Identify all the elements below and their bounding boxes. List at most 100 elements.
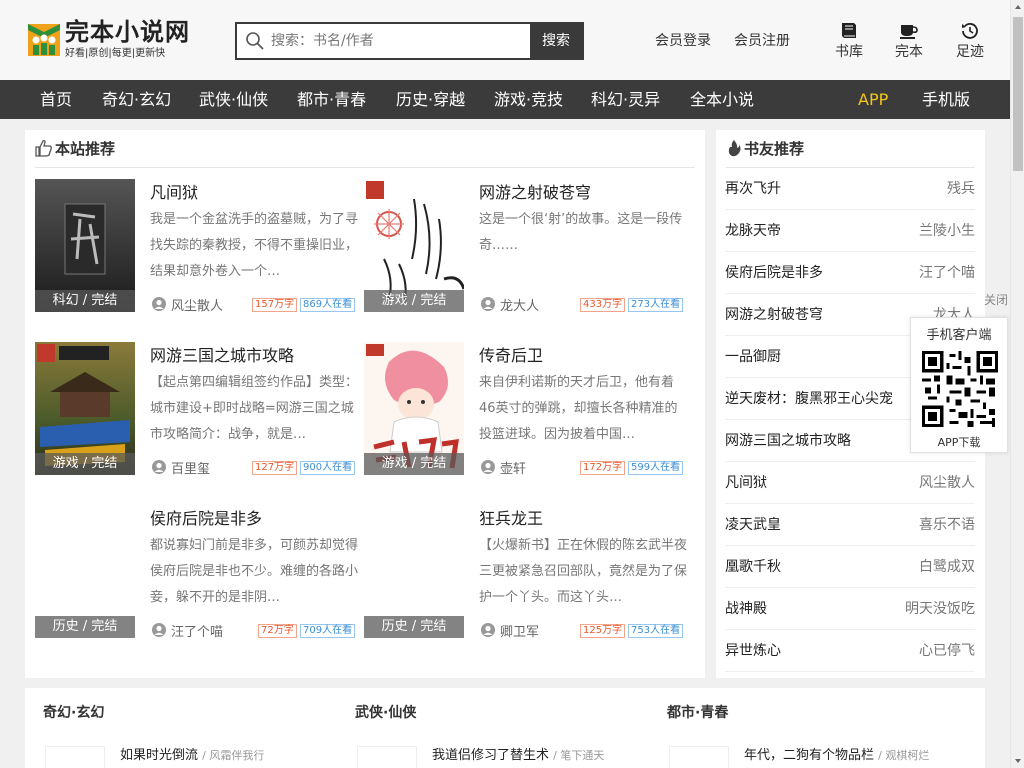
book-card[interactable]: 游戏 / 完结 网游三国之城市攻略 【起点第四编辑组签约作品】类型：城市建设+即…: [35, 342, 365, 477]
nav-item-games[interactable]: 游戏·竞技: [494, 80, 563, 119]
search-button[interactable]: 搜索: [530, 24, 582, 58]
book-title[interactable]: 网游三国之城市攻略: [150, 342, 294, 366]
friend-book-title[interactable]: 战神殿: [725, 588, 767, 630]
tool-finished[interactable]: 完本: [889, 22, 929, 61]
friend-book-title[interactable]: 龙脉天帝: [725, 210, 781, 252]
close-app-float-button[interactable]: 关闭: [984, 291, 1008, 308]
book-title[interactable]: 传奇后卫: [479, 342, 543, 366]
book-cover[interactable]: 游戏 / 完结: [364, 342, 464, 475]
book-title[interactable]: 侯府后院是非多: [150, 505, 262, 529]
nav-item-mobile[interactable]: 手机版: [922, 80, 970, 119]
friend-list-item[interactable]: 凰歌千秋 白鹭成双: [725, 546, 975, 588]
book-cover[interactable]: 科幻 / 完结: [35, 179, 135, 312]
category-book-link[interactable]: 如果时光倒流 / 风霜伴我行: [120, 744, 264, 763]
category-book-link[interactable]: 我道侣修习了替生术 / 笔下通天: [432, 744, 604, 763]
book-card[interactable]: 科幻 / 完结 凡间狱 我是一个金盆洗手的盗墓贼，为了寻找失踪的秦教授，不得不重…: [35, 179, 365, 314]
friend-book-title[interactable]: 凌天武皇: [725, 504, 781, 546]
scroll-down-arrow-icon[interactable]: [1011, 754, 1024, 768]
friend-list-item[interactable]: 凡间狱 风尘散人: [725, 462, 975, 504]
friend-book-author[interactable]: 明天没饭吃: [905, 588, 975, 630]
friend-book-title[interactable]: 逆天废材：腹黑邪王心尖宠: [725, 378, 893, 420]
reader-count-badge: 273人在看: [628, 298, 684, 312]
site-logo[interactable]: 完本小说网 好看|原创|每更|更新快: [25, 18, 189, 62]
friend-book-title[interactable]: 异世炼心: [725, 630, 781, 672]
book-author[interactable]: 壶轩: [500, 458, 526, 477]
author-avatar-icon: [481, 460, 495, 474]
book-cover[interactable]: 历史 / 完结: [364, 505, 464, 638]
category-title[interactable]: 奇幻·玄幻: [43, 702, 104, 722]
friend-book-author[interactable]: 汪了个喵: [919, 252, 975, 294]
book-cover[interactable]: 游戏 / 完结: [364, 179, 464, 312]
nav-item-app[interactable]: APP: [858, 80, 888, 119]
tool-history[interactable]: 足迹: [950, 22, 990, 61]
friend-book-author[interactable]: 兰陵小生: [919, 210, 975, 252]
friend-book-author[interactable]: 心已停飞: [919, 630, 975, 672]
book-description: 来自伊利诺斯的天才后卫，他有着46英寸的弹跳，却擅长各种精准的投篮进球。因为披着…: [479, 375, 678, 442]
scrollbar-thumb[interactable]: [1013, 17, 1023, 171]
book-card[interactable]: 游戏 / 完结 网游之射破苍穹 这是一个很‘射’的故事。这是一段传奇…… 龙大人…: [364, 179, 694, 314]
book-author[interactable]: 风尘散人: [171, 295, 223, 314]
nav-item-wuxia[interactable]: 武侠·仙侠: [199, 80, 268, 119]
nav-item-urban[interactable]: 都市·青春: [297, 80, 366, 119]
friend-list-item[interactable]: 异世炼心 心已停飞: [725, 630, 975, 672]
friend-book-author[interactable]: 喜乐不语: [919, 504, 975, 546]
friend-book-title[interactable]: 凰歌千秋: [725, 546, 781, 588]
friend-book-author[interactable]: 残兵: [947, 168, 975, 210]
reader-count-badge: 869人在看: [300, 298, 356, 312]
author-avatar-icon: [481, 623, 495, 637]
book-title[interactable]: 网游之射破苍穹: [479, 179, 591, 203]
book-author[interactable]: 百里玺: [171, 458, 210, 477]
book-description: 【火爆新书】正在休假的陈玄武半夜三更被紧急召回部队，竟然是为了保护一个丫头。而这…: [479, 538, 688, 605]
category-book-link[interactable]: 年代，二狗有个物品栏 / 观棋柯烂: [744, 744, 929, 763]
nav-item-complete[interactable]: 全本小说: [690, 80, 754, 119]
nav-item-home[interactable]: 首页: [40, 80, 72, 119]
book-cover[interactable]: 历史 / 完结: [35, 505, 135, 638]
nav-item-scifi[interactable]: 科幻·灵异: [591, 80, 660, 119]
category-book-thumbnail[interactable]: [669, 746, 729, 768]
reader-count-badge: 599人在看: [628, 461, 684, 475]
friend-list-item[interactable]: 再次飞升 残兵: [725, 168, 975, 210]
book-description: 【起点第四编辑组签约作品】类型：城市建设+即时战略=网游三国之城市攻略简介：战争…: [150, 375, 359, 442]
category-book-title: 年代，二狗有个物品栏: [744, 748, 875, 763]
friend-book-author[interactable]: 风尘散人: [919, 462, 975, 504]
nav-item-history[interactable]: 历史·穿越: [396, 80, 465, 119]
word-count-badge: 172万字: [580, 461, 626, 475]
book-title[interactable]: 狂兵龙王: [479, 505, 543, 529]
friend-list-item[interactable]: 战神殿 明天没饭吃: [725, 588, 975, 630]
tool-library[interactable]: 书库: [829, 22, 869, 61]
friend-book-title[interactable]: 再次飞升: [725, 168, 781, 210]
friend-book-title[interactable]: 凡间狱: [725, 462, 767, 504]
category-book-thumbnail[interactable]: [45, 746, 105, 768]
category-title[interactable]: 武侠·仙侠: [355, 702, 416, 722]
register-link[interactable]: 会员注册: [734, 30, 790, 50]
friend-book-title[interactable]: 一品御厨: [725, 336, 781, 378]
friend-book-title[interactable]: 网游三国之城市攻略: [725, 420, 851, 462]
search-input[interactable]: [271, 24, 531, 58]
book-card[interactable]: 历史 / 完结 狂兵龙王 【火爆新书】正在休假的陈玄武半夜三更被紧急召回部队，竟…: [364, 505, 694, 640]
book-card[interactable]: 历史 / 完结 侯府后院是非多 都说寡妇门前是非多，可颜苏却觉得侯府后院是非也不…: [35, 505, 365, 640]
scroll-up-arrow-icon[interactable]: [1011, 0, 1024, 14]
book-title[interactable]: 凡间狱: [150, 179, 198, 203]
friend-list-item[interactable]: 侯府后院是非多 汪了个喵: [725, 252, 975, 294]
friend-book-title[interactable]: 网游之射破苍穹: [725, 294, 823, 336]
word-count-badge: 157万字: [252, 298, 298, 312]
app-download-float[interactable]: 手机客户端 APP下载: [910, 317, 1008, 453]
friend-book-title[interactable]: 侯府后院是非多: [725, 252, 823, 294]
book-author[interactable]: 龙大人: [500, 295, 539, 314]
reader-count-badge: 709人在看: [300, 624, 356, 638]
book-author[interactable]: 汪了个喵: [171, 621, 223, 640]
book-cover[interactable]: 游戏 / 完结: [35, 342, 135, 475]
book-card[interactable]: 游戏 / 完结 传奇后卫 来自伊利诺斯的天才后卫，他有着46英寸的弹跳，却擅长各…: [364, 342, 694, 477]
friend-list-item[interactable]: 凌天武皇 喜乐不语: [725, 504, 975, 546]
category-title[interactable]: 都市·青春: [667, 702, 728, 722]
page-scrollbar[interactable]: [1010, 0, 1024, 768]
logo-people-icon: [28, 24, 60, 56]
friend-book-author[interactable]: 白鹭成双: [919, 546, 975, 588]
book-author[interactable]: 卿卫军: [500, 621, 539, 640]
nav-item-fantasy[interactable]: 奇幻·玄幻: [102, 80, 171, 119]
category-book-thumbnail[interactable]: [357, 746, 417, 768]
reader-count-badge: 753人在看: [628, 624, 684, 638]
book-category-tag: 历史 / 完结: [35, 616, 135, 638]
friend-list-item[interactable]: 龙脉天帝 兰陵小生: [725, 210, 975, 252]
login-link[interactable]: 会员登录: [655, 30, 711, 50]
